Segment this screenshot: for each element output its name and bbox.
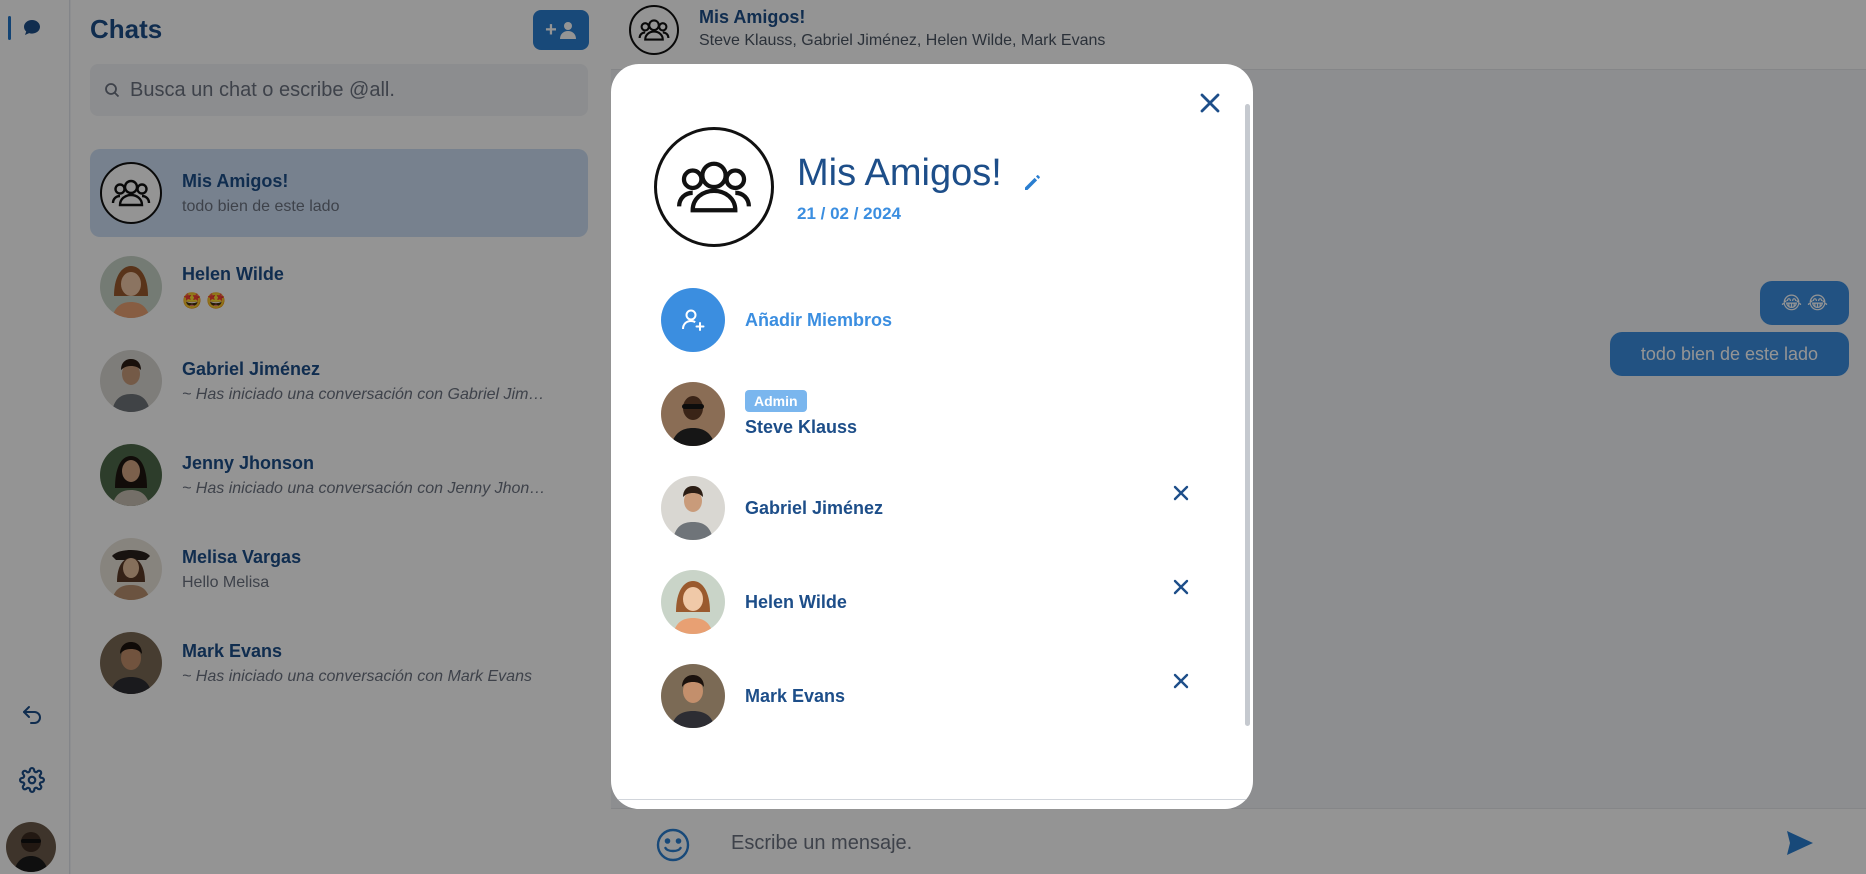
remove-member-close-icon[interactable] bbox=[1169, 669, 1193, 693]
remove-member-close-icon[interactable] bbox=[1169, 481, 1193, 505]
admin-badge: Admin bbox=[745, 390, 807, 412]
modal-divider bbox=[611, 799, 1253, 800]
group-info-modal: Mis Amigos! 21 / 02 / 2024 Añadir Miembr… bbox=[611, 64, 1253, 809]
pencil-icon[interactable] bbox=[1021, 170, 1045, 194]
group-created-date: 21 / 02 / 2024 bbox=[797, 204, 901, 223]
member-name: Gabriel Jiménez bbox=[745, 497, 884, 518]
member-name: Steve Klauss bbox=[745, 417, 858, 437]
member-row: Mark Evans bbox=[661, 664, 1201, 728]
remove-member-close-icon[interactable] bbox=[1169, 575, 1193, 599]
member-name: Helen Wilde bbox=[745, 591, 847, 612]
add-members-button[interactable]: Añadir Miembros bbox=[661, 288, 1201, 352]
close-icon[interactable] bbox=[1195, 88, 1225, 118]
member-row: Gabriel Jiménez bbox=[661, 476, 1201, 540]
avatar bbox=[661, 570, 725, 634]
avatar bbox=[661, 382, 725, 446]
avatar bbox=[661, 664, 725, 728]
group-avatar-large bbox=[654, 127, 774, 247]
group-icon bbox=[676, 161, 752, 213]
member-row: Admin Steve Klauss bbox=[661, 382, 1201, 446]
member-row: Helen Wilde bbox=[661, 570, 1201, 634]
add-members-label: Añadir Miembros bbox=[745, 309, 893, 330]
add-user-icon bbox=[661, 288, 725, 352]
modal-scrollbar[interactable] bbox=[1245, 104, 1250, 726]
group-name: Mis Amigos! bbox=[797, 152, 1002, 194]
avatar bbox=[661, 476, 725, 540]
member-name: Mark Evans bbox=[745, 685, 846, 706]
